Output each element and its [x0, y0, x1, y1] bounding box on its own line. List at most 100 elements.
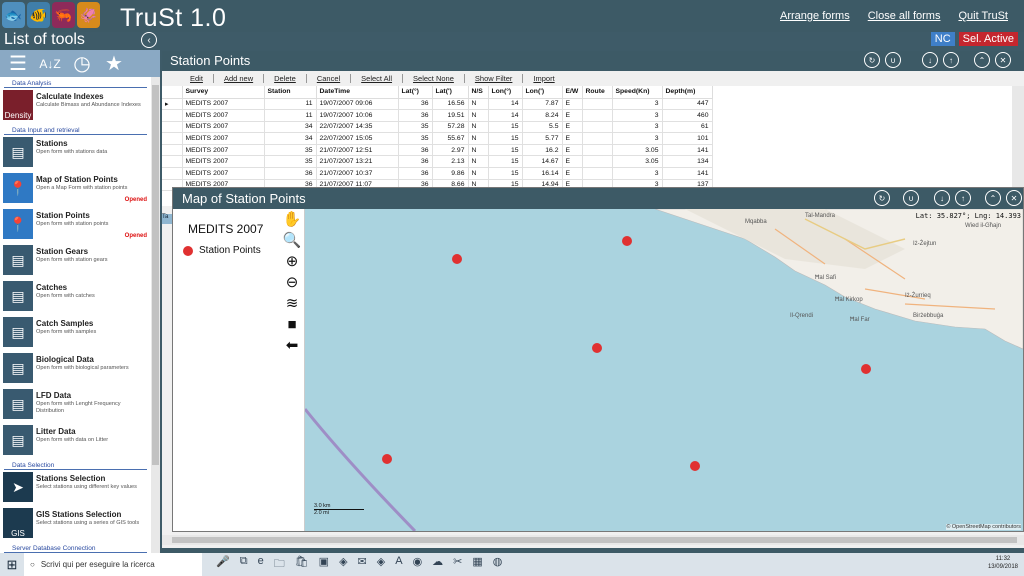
delete-button[interactable]: Delete — [264, 73, 307, 83]
zoom-out-icon[interactable]: ⊖ — [281, 272, 303, 293]
maximize-icon[interactable]: ⌃ — [974, 52, 990, 68]
station-point-marker[interactable] — [622, 236, 632, 246]
app-icon[interactable]: ☁ — [432, 555, 443, 574]
app-icon[interactable]: ◍ — [493, 555, 503, 574]
windows-start-icon[interactable]: ⊞ — [0, 557, 24, 573]
nc-badge[interactable]: NC — [930, 32, 955, 46]
tool-station-gears[interactable]: ▤ Station Gears Open form with station g… — [0, 243, 151, 279]
table-cell[interactable] — [582, 109, 613, 122]
table-cell[interactable]: 9.86 — [432, 167, 469, 180]
tool-station-points[interactable]: 📍 Station Points Open form with station … — [0, 207, 151, 243]
table-cell[interactable]: 21/07/2007 13:21 — [316, 155, 399, 169]
table-cell[interactable]: 447 — [662, 98, 713, 111]
system-clock[interactable]: 11:32 13/09/2018 — [988, 555, 1018, 571]
table-cell[interactable]: 7.87 — [522, 98, 563, 111]
show-filter-button[interactable]: Show Filter — [465, 73, 524, 83]
table-cell[interactable]: MEDITS 2007 — [182, 167, 265, 180]
column-header[interactable]: Speed(Kn) — [612, 86, 663, 99]
table-cell[interactable]: 8.24 — [522, 109, 563, 122]
table-row[interactable]: MEDITS 2007 35 21/07/2007 12:51 36 2.97 N 15 16… — [162, 144, 713, 157]
favorites-icon[interactable]: ★ — [102, 54, 126, 74]
table-cell[interactable]: 15 — [488, 144, 523, 157]
edge-icon[interactable]: e — [258, 555, 264, 574]
cancel-button[interactable]: Cancel — [307, 73, 352, 83]
refresh-icon[interactable]: ↻ — [874, 190, 890, 206]
table-cell[interactable]: MEDITS 2007 — [182, 121, 265, 134]
select-rectangle-icon[interactable]: ■ — [281, 314, 303, 335]
table-cell[interactable]: MEDITS 2007 — [182, 144, 265, 157]
table-cell[interactable]: E — [562, 144, 583, 157]
table-cell[interactable]: 34 — [264, 121, 317, 134]
table-cell[interactable]: 16.14 — [522, 167, 563, 180]
table-cell[interactable]: E — [562, 155, 583, 169]
magnet-icon[interactable]: ∪ — [885, 52, 901, 68]
table-cell[interactable]: 3.05 — [612, 144, 663, 157]
table-cell[interactable]: E — [562, 98, 583, 111]
table-cell[interactable]: E — [562, 167, 583, 180]
magnet-icon[interactable]: ∪ — [903, 190, 919, 206]
table-cell[interactable]: N — [468, 167, 489, 180]
table-cell[interactable]: 2.97 — [432, 144, 469, 157]
edit-button[interactable]: Edit — [180, 73, 214, 83]
table-cell[interactable]: 35 — [398, 121, 433, 134]
clock-icon[interactable]: ◷ — [70, 54, 94, 74]
column-header[interactable]: Depth(m) — [662, 86, 713, 99]
zoom-icon[interactable]: 🔍 — [281, 230, 303, 251]
station-point-marker[interactable] — [592, 343, 602, 353]
column-header[interactable]: Lat(°) — [398, 86, 433, 99]
table-row[interactable]: MEDITS 2007 34 22/07/2007 15:05 35 55.67 N 15 5… — [162, 132, 713, 145]
column-header[interactable]: Lon(°) — [488, 86, 523, 99]
table-cell[interactable]: 19/07/2007 09:06 — [316, 98, 399, 111]
table-cell[interactable] — [582, 132, 613, 145]
back-arrow-icon[interactable]: ⬅ — [281, 335, 303, 356]
table-cell[interactable]: E — [562, 121, 583, 134]
table-row[interactable]: MEDITS 2007 35 21/07/2007 13:21 36 2.13 N 15 14… — [162, 155, 713, 169]
table-cell[interactable]: E — [562, 132, 583, 145]
table-cell[interactable]: N — [468, 98, 489, 111]
table-cell[interactable]: MEDITS 2007 — [182, 155, 265, 169]
table-cell[interactable]: N — [468, 132, 489, 145]
firefox-icon[interactable]: ◉ — [413, 555, 423, 574]
tool-catch-samples[interactable]: ▤ Catch Samples Open form with samples — [0, 315, 151, 351]
table-cell[interactable]: 5.77 — [522, 132, 563, 145]
table-cell[interactable]: 5.5 — [522, 121, 563, 134]
table-cell[interactable] — [582, 121, 613, 134]
tool-calculate-indexes[interactable]: Density Calculate Indexes Calculate Bima… — [0, 88, 151, 124]
add-new-button[interactable]: Add new — [214, 73, 265, 83]
table-cell[interactable]: 35 — [264, 155, 317, 169]
table-cell[interactable]: 11 — [264, 109, 317, 122]
row-selector[interactable] — [162, 167, 183, 180]
selection-active-badge[interactable]: Sel. Active — [958, 32, 1018, 46]
map-attribution[interactable]: © OpenStreetMap contributors — [946, 524, 1021, 530]
table-cell[interactable]: 35 — [398, 132, 433, 145]
table-cell[interactable]: 2.13 — [432, 155, 469, 169]
map-canvas[interactable]: Mqabba Tal-Mandra Il-Qrendi Iż-Żurrieq Birże… — [305, 209, 1023, 531]
task-view-icon[interactable]: ⧉ — [240, 555, 248, 574]
table-cell[interactable]: 57.28 — [432, 121, 469, 134]
table-cell[interactable]: 19.51 — [432, 109, 469, 122]
table-cell[interactable]: 15 — [488, 155, 523, 169]
table-cell[interactable]: 460 — [662, 109, 713, 122]
table-cell[interactable]: 36 — [398, 155, 433, 169]
station-point-marker[interactable] — [382, 454, 392, 464]
table-cell[interactable]: 22/07/2007 14:35 — [316, 121, 399, 134]
column-header[interactable]: DateTime — [316, 86, 399, 99]
table-cell[interactable]: 3 — [612, 98, 663, 111]
table-cell[interactable]: MEDITS 2007 — [182, 98, 265, 111]
row-selector[interactable]: ▸ — [162, 98, 183, 111]
refresh-icon[interactable]: ↻ — [864, 52, 880, 68]
table-cell[interactable] — [582, 155, 613, 169]
row-selector[interactable] — [162, 144, 183, 157]
table-cell[interactable]: 101 — [662, 132, 713, 145]
table-cell[interactable]: 14.67 — [522, 155, 563, 169]
tab-stub[interactable]: Ta — [162, 214, 172, 224]
table-cell[interactable]: 141 — [662, 144, 713, 157]
table-cell[interactable]: 141 — [662, 167, 713, 180]
tool-gis-stations-selection[interactable]: GIS GIS Stations Selection Select statio… — [0, 506, 151, 542]
arrow-down-icon[interactable]: ↓ — [922, 52, 938, 68]
app-icon[interactable]: ▣ — [319, 555, 329, 574]
table-cell[interactable]: 14 — [488, 109, 523, 122]
table-cell[interactable] — [582, 98, 613, 111]
tool-map-of-station-points[interactable]: 📍 Map of Station Points Open a Map Form … — [0, 171, 151, 207]
store-icon[interactable]: 🛍 — [295, 555, 309, 574]
